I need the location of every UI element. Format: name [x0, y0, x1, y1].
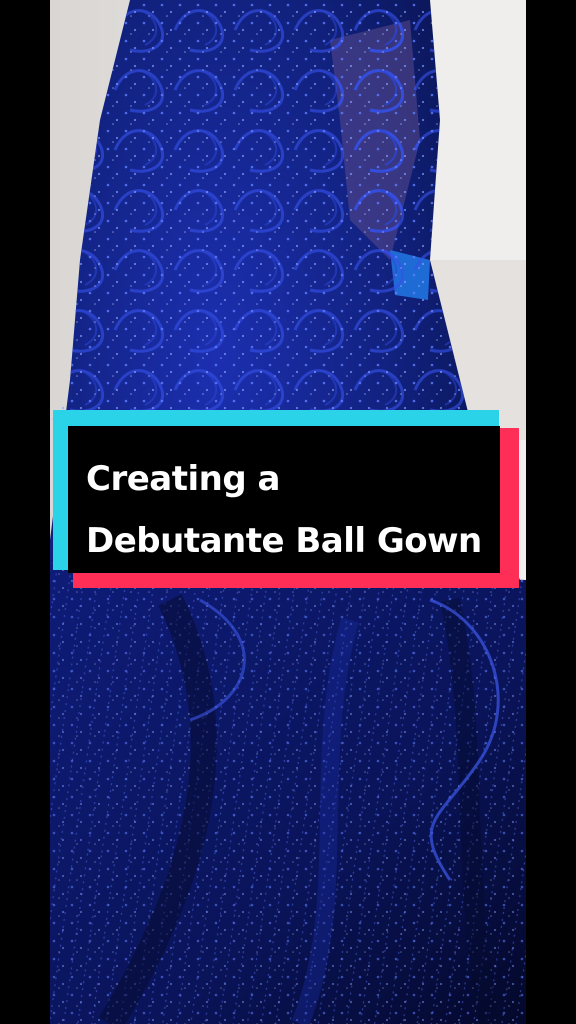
video-frame[interactable]: Creating a Debutante Ball Gown — [0, 0, 576, 1024]
gown-image — [50, 0, 526, 1024]
video-content[interactable] — [50, 0, 526, 1024]
